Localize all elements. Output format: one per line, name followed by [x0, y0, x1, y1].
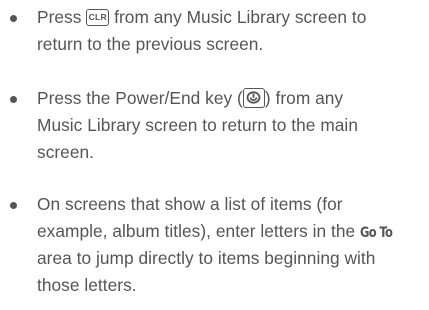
- text-segment: Press: [37, 7, 87, 27]
- text-line: Press the Power/End key ( ) from any: [37, 85, 423, 112]
- clr-key-label: CLR: [88, 12, 107, 22]
- list-item-text: On screens that show a list of items (fo…: [37, 191, 423, 299]
- text-segment: ) from any: [264, 88, 344, 108]
- text-segment: example, album titles), enter letters in…: [37, 221, 361, 241]
- bullet-icon: [10, 202, 17, 209]
- text-line: return to the previous screen.: [37, 34, 264, 54]
- text-line: On screens that show a list of items (fo…: [37, 194, 343, 214]
- clr-key-icon: CLR: [86, 9, 110, 26]
- go-to-label: Go To: [360, 225, 393, 241]
- text-line: area to jump directly to items beginning…: [37, 248, 376, 268]
- text-line: Press CLR from any Music Library screen …: [37, 4, 423, 31]
- text-line: screen.: [37, 142, 95, 162]
- text-segment: Press the Power/End key (: [37, 88, 243, 108]
- text-line: example, album titles), enter letters in…: [37, 218, 423, 245]
- bullet-icon: [10, 15, 17, 22]
- text-line: Music Library screen to return to the ma…: [37, 115, 358, 135]
- power-end-key-icon: [242, 88, 265, 108]
- bullet-icon: [10, 96, 17, 103]
- list-item-text: Press the Power/End key ( ) from any Musi…: [37, 85, 423, 166]
- text-segment: from any Music Library screen to: [109, 7, 367, 27]
- power-symbol-icon: [246, 91, 261, 104]
- list-item-text: Press CLR from any Music Library screen …: [37, 4, 423, 58]
- text-line: those letters.: [37, 275, 137, 295]
